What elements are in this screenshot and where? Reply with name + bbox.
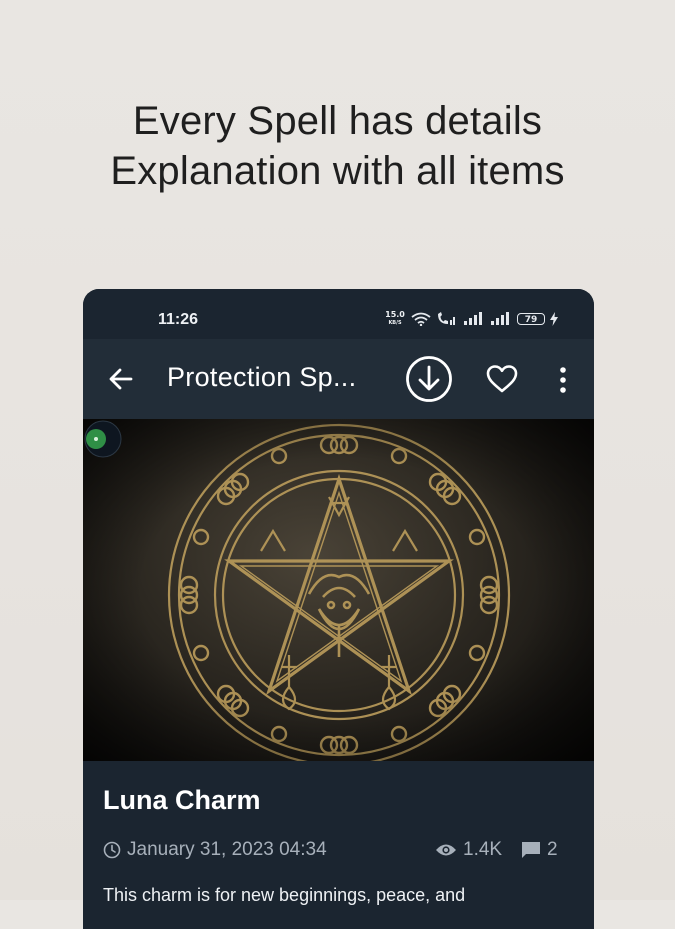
- spell-title: Luna Charm: [103, 785, 261, 815]
- comment-icon: [522, 842, 540, 858]
- promo-headline: Every Spell has details Explanation with…: [0, 96, 675, 196]
- app-bar-title: Protection Sp...: [167, 362, 357, 392]
- spell-meta: January 31, 2023 04:34 1.4K 2: [103, 839, 573, 863]
- spell-description: This charm is for new beginnings, peace,…: [103, 885, 466, 905]
- comment-count: 2: [547, 839, 558, 860]
- pentagram-sigil-image: [83, 419, 594, 761]
- battery-indicator: 79: [517, 313, 545, 325]
- headline-line-2: Explanation with all items: [110, 149, 565, 193]
- floating-side-handle[interactable]: [83, 419, 123, 459]
- headline-line-1: Every Spell has details: [132, 99, 543, 143]
- more-vert-icon[interactable]: [553, 365, 573, 395]
- signal-2-icon: [491, 312, 509, 325]
- spell-hero-image: [83, 419, 594, 761]
- publish-date: January 31, 2023 04:34: [127, 839, 327, 860]
- status-bar: 11:26 15.0 KB/S 79: [83, 289, 594, 339]
- spell-content: Luna Charm January 31, 2023 04:34 1.4K 2…: [83, 761, 594, 929]
- app-bar: Protection Sp...: [83, 339, 594, 419]
- status-icons: 15.0 KB/S 79: [384, 311, 558, 327]
- date-group: January 31, 2023 04:34: [103, 839, 327, 861]
- view-count: 1.4K: [463, 839, 503, 860]
- download-circle-icon[interactable]: [405, 355, 453, 403]
- status-time: 11:26: [158, 311, 199, 328]
- network-speed-unit: KB/S: [388, 320, 402, 326]
- heart-outline-icon[interactable]: [485, 364, 519, 394]
- network-speed: 15.0 KB/S: [384, 311, 406, 327]
- phone-screen: 11:26 15.0 KB/S 79 Protection Sp... Luna…: [83, 289, 594, 929]
- arrow-back-icon[interactable]: [107, 365, 135, 393]
- wifi-icon: [411, 312, 431, 326]
- eye-icon: [436, 844, 456, 856]
- comments-group[interactable]: 2: [521, 839, 558, 861]
- call-signal-icon: [438, 312, 455, 325]
- views-group: 1.4K: [435, 839, 502, 861]
- clock-icon: [103, 841, 121, 859]
- network-speed-value: 15.0: [385, 310, 405, 319]
- signal-1-icon: [464, 312, 482, 325]
- charging-bolt-icon: [550, 312, 558, 326]
